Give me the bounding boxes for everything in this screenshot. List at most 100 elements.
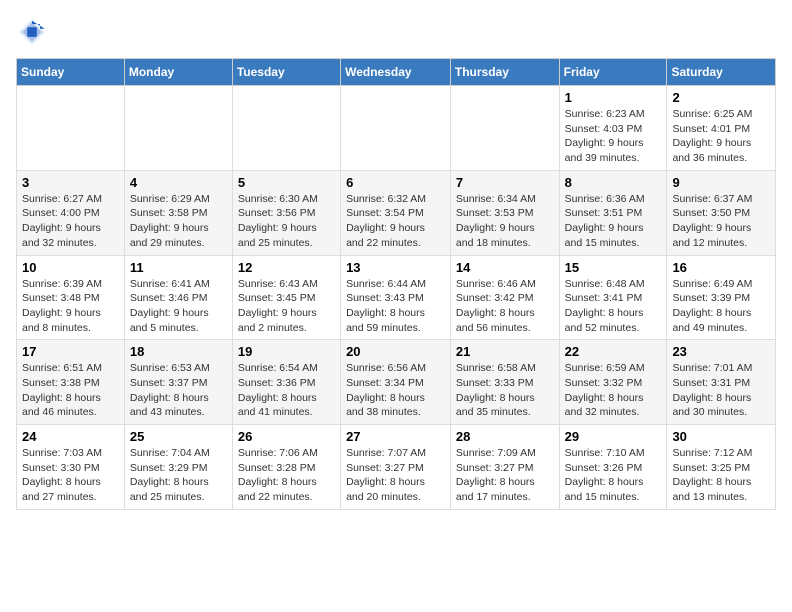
calendar-cell: 15 Sunrise: 6:48 AMSunset: 3:41 PMDayligh… xyxy=(559,255,667,340)
calendar-cell xyxy=(124,86,232,171)
calendar-cell: 18 Sunrise: 6:53 AMSunset: 3:37 PMDayligh… xyxy=(124,340,232,425)
day-info: Sunrise: 7:01 AMSunset: 3:31 PMDaylight:… xyxy=(672,361,770,420)
calendar-week-2: 3 Sunrise: 6:27 AMSunset: 4:00 PMDaylight… xyxy=(17,170,776,255)
weekday-header-wednesday: Wednesday xyxy=(341,59,451,86)
day-info: Sunrise: 6:30 AMSunset: 3:56 PMDaylight:… xyxy=(238,192,335,251)
calendar-week-3: 10Sunrise: 6:39 AMSunset: 3:48 PMDayligh… xyxy=(17,255,776,340)
day-number: 2 xyxy=(672,90,770,105)
calendar-cell: 30 Sunrise: 7:12 AMSunset: 3:25 PMDayligh… xyxy=(667,425,776,510)
calendar-cell: 11 Sunrise: 6:41 AMSunset: 3:46 PMDayligh… xyxy=(124,255,232,340)
calendar-table: SundayMondayTuesdayWednesdayThursdayFrid… xyxy=(16,58,776,510)
calendar-cell: 19 Sunrise: 6:54 AMSunset: 3:36 PMDayligh… xyxy=(232,340,340,425)
day-info: Sunrise: 6:51 AMSunset: 3:38 PMDaylight:… xyxy=(22,361,119,420)
calendar-cell: 9 Sunrise: 6:37 AMSunset: 3:50 PMDaylight… xyxy=(667,170,776,255)
day-number: 11 xyxy=(130,260,227,275)
day-number: 8 xyxy=(565,175,662,190)
day-number: 4 xyxy=(130,175,227,190)
calendar-cell: 20 Sunrise: 6:56 AMSunset: 3:34 PMDayligh… xyxy=(341,340,451,425)
day-info: Sunrise: 7:06 AMSunset: 3:28 PMDaylight:… xyxy=(238,446,335,505)
day-number: 19 xyxy=(238,344,335,359)
day-number: 13 xyxy=(346,260,445,275)
calendar-cell: 29 Sunrise: 7:10 AMSunset: 3:26 PMDayligh… xyxy=(559,425,667,510)
calendar-cell: 21Sunrise: 6:58 AMSunset: 3:33 PMDayligh… xyxy=(450,340,559,425)
day-number: 5 xyxy=(238,175,335,190)
calendar-week-5: 24 Sunrise: 7:03 AMSunset: 3:30 PMDayligh… xyxy=(17,425,776,510)
day-info: Sunrise: 6:59 AMSunset: 3:32 PMDaylight:… xyxy=(565,361,662,420)
day-info: Sunrise: 6:41 AMSunset: 3:46 PMDaylight:… xyxy=(130,277,227,336)
day-number: 24 xyxy=(22,429,119,444)
day-number: 18 xyxy=(130,344,227,359)
day-info: Sunrise: 7:09 AMSunset: 3:27 PMDaylight:… xyxy=(456,446,554,505)
day-info: Sunrise: 6:53 AMSunset: 3:37 PMDaylight:… xyxy=(130,361,227,420)
day-info: Sunrise: 6:37 AMSunset: 3:50 PMDaylight:… xyxy=(672,192,770,251)
weekday-header-sunday: Sunday xyxy=(17,59,125,86)
day-number: 3 xyxy=(22,175,119,190)
calendar-cell: 4 Sunrise: 6:29 AMSunset: 3:58 PMDaylight… xyxy=(124,170,232,255)
day-number: 30 xyxy=(672,429,770,444)
day-number: 6 xyxy=(346,175,445,190)
day-info: Sunrise: 7:12 AMSunset: 3:25 PMDaylight:… xyxy=(672,446,770,505)
calendar-cell: 7 Sunrise: 6:34 AMSunset: 3:53 PMDaylight… xyxy=(450,170,559,255)
calendar-cell: 24 Sunrise: 7:03 AMSunset: 3:30 PMDayligh… xyxy=(17,425,125,510)
day-info: Sunrise: 6:58 AMSunset: 3:33 PMDaylight:… xyxy=(456,361,554,420)
weekday-header-tuesday: Tuesday xyxy=(232,59,340,86)
day-info: Sunrise: 6:56 AMSunset: 3:34 PMDaylight:… xyxy=(346,361,445,420)
day-number: 16 xyxy=(672,260,770,275)
day-info: Sunrise: 6:23 AMSunset: 4:03 PMDaylight:… xyxy=(565,107,662,166)
logo xyxy=(16,16,54,48)
day-info: Sunrise: 6:54 AMSunset: 3:36 PMDaylight:… xyxy=(238,361,335,420)
calendar-cell: 5 Sunrise: 6:30 AMSunset: 3:56 PMDaylight… xyxy=(232,170,340,255)
calendar-cell xyxy=(341,86,451,171)
day-info: Sunrise: 6:49 AMSunset: 3:39 PMDaylight:… xyxy=(672,277,770,336)
calendar-week-1: 1 Sunrise: 6:23 AMSunset: 4:03 PMDaylight… xyxy=(17,86,776,171)
calendar-cell: 1 Sunrise: 6:23 AMSunset: 4:03 PMDaylight… xyxy=(559,86,667,171)
calendar-cell: 6Sunrise: 6:32 AMSunset: 3:54 PMDaylight… xyxy=(341,170,451,255)
calendar-cell xyxy=(232,86,340,171)
calendar-cell: 2 Sunrise: 6:25 AMSunset: 4:01 PMDaylight… xyxy=(667,86,776,171)
calendar-cell: 26 Sunrise: 7:06 AMSunset: 3:28 PMDayligh… xyxy=(232,425,340,510)
day-info: Sunrise: 6:29 AMSunset: 3:58 PMDaylight:… xyxy=(130,192,227,251)
day-info: Sunrise: 6:36 AMSunset: 3:51 PMDaylight:… xyxy=(565,192,662,251)
day-number: 10 xyxy=(22,260,119,275)
day-info: Sunrise: 7:04 AMSunset: 3:29 PMDaylight:… xyxy=(130,446,227,505)
day-number: 14 xyxy=(456,260,554,275)
day-info: Sunrise: 6:46 AMSunset: 3:42 PMDaylight:… xyxy=(456,277,554,336)
calendar-cell xyxy=(450,86,559,171)
day-info: Sunrise: 7:10 AMSunset: 3:26 PMDaylight:… xyxy=(565,446,662,505)
day-number: 15 xyxy=(565,260,662,275)
day-info: Sunrise: 6:25 AMSunset: 4:01 PMDaylight:… xyxy=(672,107,770,166)
weekday-header-friday: Friday xyxy=(559,59,667,86)
page-header xyxy=(16,16,776,48)
day-info: Sunrise: 6:27 AMSunset: 4:00 PMDaylight:… xyxy=(22,192,119,251)
day-number: 25 xyxy=(130,429,227,444)
calendar-cell xyxy=(17,86,125,171)
calendar-cell: 14 Sunrise: 6:46 AMSunset: 3:42 PMDayligh… xyxy=(450,255,559,340)
calendar-cell: 12Sunrise: 6:43 AMSunset: 3:45 PMDayligh… xyxy=(232,255,340,340)
day-info: Sunrise: 7:07 AMSunset: 3:27 PMDaylight:… xyxy=(346,446,445,505)
day-info: Sunrise: 7:03 AMSunset: 3:30 PMDaylight:… xyxy=(22,446,119,505)
calendar-cell: 17 Sunrise: 6:51 AMSunset: 3:38 PMDayligh… xyxy=(17,340,125,425)
day-info: Sunrise: 6:34 AMSunset: 3:53 PMDaylight:… xyxy=(456,192,554,251)
calendar-cell: 28 Sunrise: 7:09 AMSunset: 3:27 PMDayligh… xyxy=(450,425,559,510)
weekday-header-monday: Monday xyxy=(124,59,232,86)
day-number: 20 xyxy=(346,344,445,359)
day-number: 1 xyxy=(565,90,662,105)
calendar-cell: 23 Sunrise: 7:01 AMSunset: 3:31 PMDayligh… xyxy=(667,340,776,425)
day-info: Sunrise: 6:48 AMSunset: 3:41 PMDaylight:… xyxy=(565,277,662,336)
calendar-cell: 3 Sunrise: 6:27 AMSunset: 4:00 PMDaylight… xyxy=(17,170,125,255)
day-number: 28 xyxy=(456,429,554,444)
day-number: 7 xyxy=(456,175,554,190)
day-number: 9 xyxy=(672,175,770,190)
day-number: 23 xyxy=(672,344,770,359)
day-number: 26 xyxy=(238,429,335,444)
logo-icon xyxy=(16,16,48,48)
day-number: 17 xyxy=(22,344,119,359)
calendar-cell: 8 Sunrise: 6:36 AMSunset: 3:51 PMDaylight… xyxy=(559,170,667,255)
day-number: 29 xyxy=(565,429,662,444)
calendar-cell: 16 Sunrise: 6:49 AMSunset: 3:39 PMDayligh… xyxy=(667,255,776,340)
weekday-header-thursday: Thursday xyxy=(450,59,559,86)
day-number: 22 xyxy=(565,344,662,359)
weekday-header-saturday: Saturday xyxy=(667,59,776,86)
day-info: Sunrise: 6:43 AMSunset: 3:45 PMDaylight:… xyxy=(238,277,335,336)
weekday-header-row: SundayMondayTuesdayWednesdayThursdayFrid… xyxy=(17,59,776,86)
